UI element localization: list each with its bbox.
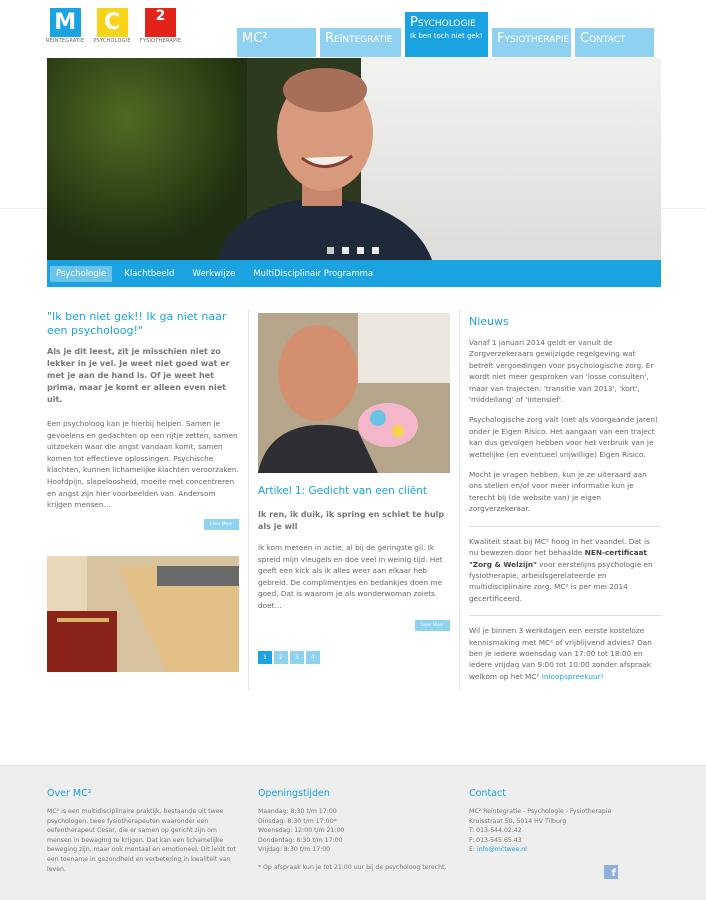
- nav-item-label: Fysiotherapie: [497, 31, 570, 46]
- page-button-3[interactable]: 3: [290, 650, 304, 664]
- news-paragraph: Mocht je vragen hebben, kun je ze uitera…: [469, 470, 647, 514]
- column-divider: [248, 310, 249, 690]
- news-column: Nieuws Vanaf 1 januari 2014 geldt er van…: [469, 313, 661, 682]
- nav-item-label: Reïntegratie: [325, 31, 393, 46]
- news-certificate: Kwaliteit staat bij MC² hoog in het vaan…: [469, 536, 661, 604]
- news-divider: [469, 615, 661, 617]
- email-label: E:: [469, 846, 477, 854]
- subnav-item-werkwijze[interactable]: Werkwijze: [186, 266, 241, 282]
- nav-item-fysiotherapie[interactable]: Fysiotherapie: [491, 28, 571, 57]
- news-title: Nieuws: [469, 315, 509, 328]
- news-walkin: Wil je binnen 3 werkdagen een eerste kos…: [469, 625, 661, 682]
- nav-item-label: MC²: [242, 31, 268, 46]
- page: M REÏNTEGRATIE C PSYCHOLOGIE 2 FYSIOTHER…: [0, 0, 706, 900]
- nav-item-sublabel: Ik ben toch niet gek!: [410, 32, 483, 40]
- walkin-link[interactable]: Inloopspreekuur!: [542, 672, 604, 681]
- slider-dot[interactable]: [327, 247, 334, 254]
- footer-hours-title: Openingstijden: [258, 788, 330, 799]
- article-title[interactable]: Artikel 1: Gedicht van een cliënt: [258, 485, 450, 497]
- nav-item-label: Contact: [580, 31, 626, 46]
- logo-c: C PSYCHOLOGIE: [93, 8, 131, 44]
- slider-dot[interactable]: [342, 247, 349, 254]
- logo-sub-reintegratie: REÏNTEGRATIE: [46, 38, 85, 44]
- hours-line: Dinsdag: 8:30 t/m 17:00*: [258, 817, 337, 825]
- slider-dots: [327, 247, 379, 254]
- logo-letter-2: 2: [144, 8, 176, 37]
- logo-letter-c: C: [96, 8, 128, 37]
- logo-2: 2 FYSIOTHERAPIE: [140, 8, 181, 44]
- nav-item-label: Psychologie: [410, 15, 476, 30]
- news-paragraph: Vanaf 1 januari 2014 geldt er vanuit de …: [469, 338, 654, 405]
- footer-about-title: Over MC²: [47, 788, 92, 799]
- logo[interactable]: M REÏNTEGRATIE C PSYCHOLOGIE 2 FYSIOTHER…: [46, 8, 181, 44]
- page-button-1[interactable]: 1: [258, 650, 272, 664]
- news-divider: [469, 525, 661, 527]
- email-link[interactable]: info@mctwee.nl: [477, 846, 527, 853]
- hero-person-image: [217, 68, 432, 260]
- intro-lead: Als je dit leest, zit je misschien niet …: [47, 347, 230, 404]
- facebook-icon[interactable]: f: [604, 865, 618, 879]
- read-more-button[interactable]: Lees Meer: [203, 518, 239, 530]
- sub-nav: Psychologie Klachtbeeld Werkwijze MultiD…: [47, 260, 661, 287]
- news-paragraph: Psychologische zorg valt (net als voorga…: [469, 415, 658, 459]
- footer-contact-title: Contact: [469, 788, 506, 799]
- contact-line: MC² Reïntegratie - Psychologie - Fysioth…: [469, 808, 612, 815]
- article-lead: Ik ren, ik duik, ik spring en schiet te …: [258, 510, 445, 531]
- intro-body: Een psycholoog kan je hierbij helpen. Sa…: [47, 419, 239, 510]
- read-more-button[interactable]: Lees Meer: [414, 619, 450, 631]
- nav-item-psychologie[interactable]: Psychologie Ik ben toch niet gek!: [404, 12, 488, 57]
- contact-email-line: E: info@mctwee.nl: [469, 845, 661, 855]
- slider-dot[interactable]: [372, 247, 379, 254]
- logo-letter-m: M: [49, 8, 81, 37]
- hours-line: Woensdag: 12:00 t/m 21:00: [258, 827, 345, 835]
- intro-title: "Ik ben niet gek!! Ik ga niet naar een p…: [47, 310, 227, 337]
- contact-line: T: 013-544.02.42: [469, 827, 522, 835]
- book-image: [47, 555, 239, 672]
- footer-hours: Openingstijden Maandag: 8:30 t/m 17:00 D…: [258, 788, 450, 873]
- hero-slider[interactable]: [47, 58, 661, 260]
- column-divider: [459, 310, 460, 690]
- nav-item-mc2[interactable]: MC²: [236, 28, 316, 57]
- nav-item-contact[interactable]: Contact: [574, 28, 654, 57]
- footer-contact: Contact MC² Reïntegratie - Psychologie -…: [469, 788, 661, 855]
- book-illustration: [47, 555, 239, 672]
- article-illustration: [258, 313, 450, 473]
- slider-dot[interactable]: [357, 247, 364, 254]
- article-body: ik kom meteen in actie, al bij de gering…: [258, 543, 443, 610]
- contact-line: Kruisstraat 50, 5014 HV Tilburg: [469, 817, 567, 825]
- logo-m: M REÏNTEGRATIE: [46, 8, 84, 44]
- intro-column: "Ik ben niet gek!! Ik ga niet naar een p…: [47, 310, 239, 672]
- hours-note: * Op afspraak kun je tot 21:00 uur bij d…: [258, 863, 447, 871]
- article-column: Artikel 1: Gedicht van een cliënt Ik ren…: [258, 313, 450, 664]
- footer-about-text: MC² is een multidisciplinaire praktijk, …: [47, 808, 236, 873]
- hours-line: Maandag: 8:30 t/m 17:00: [258, 808, 337, 815]
- logo-sub-fysiotherapie: FYSIOTHERAPIE: [139, 38, 182, 44]
- hours-line: Donderdag: 8:30 t/m 17:00: [258, 836, 343, 844]
- main-nav: MC² Reïntegratie Psychologie Ik ben toch…: [236, 12, 657, 57]
- contact-line: F: 013-545.65.43: [469, 836, 522, 844]
- page-button-2[interactable]: 2: [274, 650, 288, 664]
- subnav-item-psychologie[interactable]: Psychologie: [50, 265, 113, 282]
- logo-sub-psychologie: PSYCHOLOGIE: [93, 38, 131, 44]
- subnav-item-programma[interactable]: MultiDisciplinair Programma: [247, 266, 379, 282]
- footer-about: Over MC² MC² is een multidisciplinaire p…: [47, 788, 239, 874]
- footer: Over MC² MC² is een multidisciplinaire p…: [0, 765, 706, 900]
- nav-item-reintegratie[interactable]: Reïntegratie: [319, 28, 401, 57]
- article-image[interactable]: [258, 313, 450, 473]
- pagination: 1 2 3 4: [258, 650, 450, 664]
- page-button-4[interactable]: 4: [306, 650, 320, 664]
- subnav-item-klachtbeeld[interactable]: Klachtbeeld: [118, 266, 180, 282]
- hours-line: Vrijdag: 8:30 t/m 17:00: [258, 846, 331, 854]
